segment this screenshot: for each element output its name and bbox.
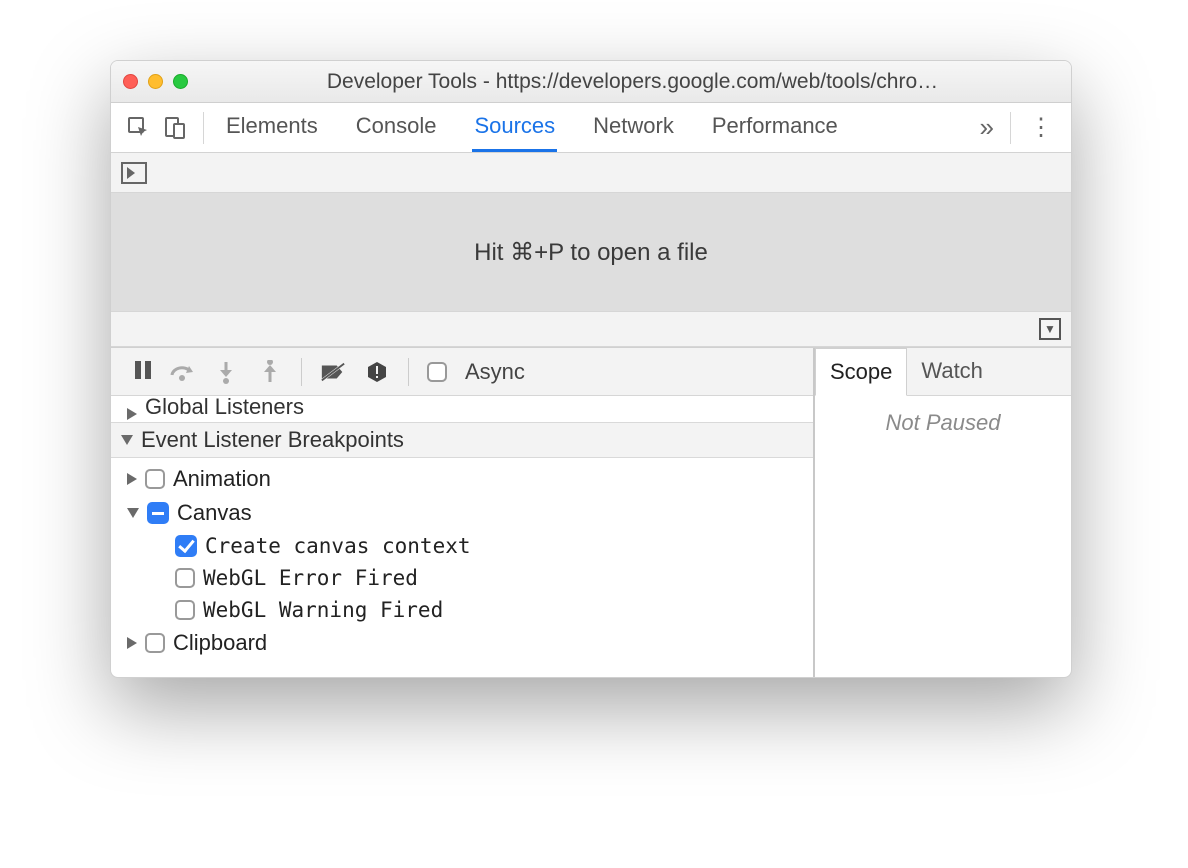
tab-network[interactable]: Network bbox=[591, 103, 676, 152]
deactivate-breakpoints-icon[interactable] bbox=[320, 359, 346, 385]
scope-body: Not Paused bbox=[815, 396, 1071, 677]
inspect-element-icon[interactable] bbox=[121, 110, 157, 146]
checkbox[interactable] bbox=[145, 633, 165, 653]
devtools-window: Developer Tools - https://developers.goo… bbox=[110, 60, 1072, 678]
debugger-left-pane: Async Global Listeners Event Listener Br… bbox=[111, 348, 815, 677]
separator bbox=[1010, 112, 1011, 144]
close-window-button[interactable] bbox=[123, 74, 138, 89]
tab-elements[interactable]: Elements bbox=[224, 103, 320, 152]
sources-subtoolbar bbox=[111, 153, 1071, 193]
tab-performance[interactable]: Performance bbox=[710, 103, 840, 152]
event-listener-breakpoints-header[interactable]: Event Listener Breakpoints bbox=[111, 422, 813, 458]
step-over-icon[interactable] bbox=[169, 359, 195, 385]
expand-drawer-icon[interactable]: ▼ bbox=[1039, 318, 1061, 340]
global-listeners-section-header[interactable]: Global Listeners bbox=[111, 396, 813, 422]
breakpoint-label: WebGL Warning Fired bbox=[203, 598, 443, 622]
separator bbox=[408, 358, 409, 386]
breakpoint-webgl-error-fired[interactable]: WebGL Error Fired bbox=[111, 562, 813, 594]
drawer-toggle-strip: ▼ bbox=[111, 311, 1071, 347]
checkbox[interactable] bbox=[145, 469, 165, 489]
checkbox[interactable] bbox=[175, 568, 195, 588]
expand-icon bbox=[127, 408, 137, 420]
pause-script-icon[interactable] bbox=[125, 359, 151, 385]
window-title: Developer Tools - https://developers.goo… bbox=[206, 70, 1059, 94]
category-animation[interactable]: Animation bbox=[111, 462, 813, 496]
step-into-icon[interactable] bbox=[213, 359, 239, 385]
async-checkbox[interactable] bbox=[427, 362, 447, 382]
tab-scope[interactable]: Scope bbox=[815, 348, 907, 396]
hint-text: Hit ⌘+P to open a file bbox=[474, 238, 708, 267]
section-title: Global Listeners bbox=[145, 396, 304, 420]
open-file-hint: Hit ⌘+P to open a file bbox=[111, 193, 1071, 311]
category-clipboard[interactable]: Clipboard bbox=[111, 626, 813, 660]
devtools-main-toolbar: Elements Console Sources Network Perform… bbox=[111, 103, 1071, 153]
async-label: Async bbox=[465, 359, 525, 385]
settings-menu-icon[interactable]: ⋮ bbox=[1021, 113, 1061, 142]
step-out-icon[interactable] bbox=[257, 359, 283, 385]
expand-icon bbox=[127, 637, 137, 649]
category-label: Clipboard bbox=[173, 630, 267, 656]
breakpoint-label: Create canvas context bbox=[205, 534, 471, 558]
more-tabs-icon[interactable]: » bbox=[974, 112, 1000, 143]
tab-console[interactable]: Console bbox=[354, 103, 439, 152]
checkbox[interactable] bbox=[175, 600, 195, 620]
separator bbox=[203, 112, 204, 144]
breakpoint-create-canvas-context[interactable]: Create canvas context bbox=[111, 530, 813, 562]
minimize-window-button[interactable] bbox=[148, 74, 163, 89]
debugger-right-pane: Scope Watch Not Paused bbox=[815, 348, 1071, 677]
category-label: Canvas bbox=[177, 500, 252, 526]
pause-on-exceptions-icon[interactable] bbox=[364, 359, 390, 385]
event-listener-breakpoints-tree: Animation Canvas Create canvas context W… bbox=[111, 458, 813, 666]
section-title: Event Listener Breakpoints bbox=[141, 427, 404, 453]
breakpoint-webgl-warning-fired[interactable]: WebGL Warning Fired bbox=[111, 594, 813, 626]
show-navigator-icon[interactable] bbox=[121, 162, 147, 184]
tab-sources[interactable]: Sources bbox=[472, 103, 557, 152]
debugger-split: Async Global Listeners Event Listener Br… bbox=[111, 347, 1071, 677]
expand-icon bbox=[127, 473, 137, 485]
checkbox-checked[interactable] bbox=[175, 535, 197, 557]
category-label: Animation bbox=[173, 466, 271, 492]
panel-tabs: Elements Console Sources Network Perform… bbox=[224, 103, 974, 152]
window-titlebar: Developer Tools - https://developers.goo… bbox=[111, 61, 1071, 103]
tab-watch[interactable]: Watch bbox=[907, 348, 997, 395]
right-pane-tabs: Scope Watch bbox=[815, 348, 1071, 396]
checkbox-mixed[interactable] bbox=[147, 502, 169, 524]
category-canvas[interactable]: Canvas bbox=[111, 496, 813, 530]
separator bbox=[301, 358, 302, 386]
toggle-device-toolbar-icon[interactable] bbox=[157, 110, 193, 146]
debugger-toolbar: Async bbox=[111, 348, 813, 396]
not-paused-message: Not Paused bbox=[886, 410, 1001, 436]
collapse-icon bbox=[127, 508, 139, 518]
collapse-icon bbox=[121, 435, 133, 445]
breakpoint-label: WebGL Error Fired bbox=[203, 566, 418, 590]
window-controls bbox=[123, 74, 188, 89]
zoom-window-button[interactable] bbox=[173, 74, 188, 89]
